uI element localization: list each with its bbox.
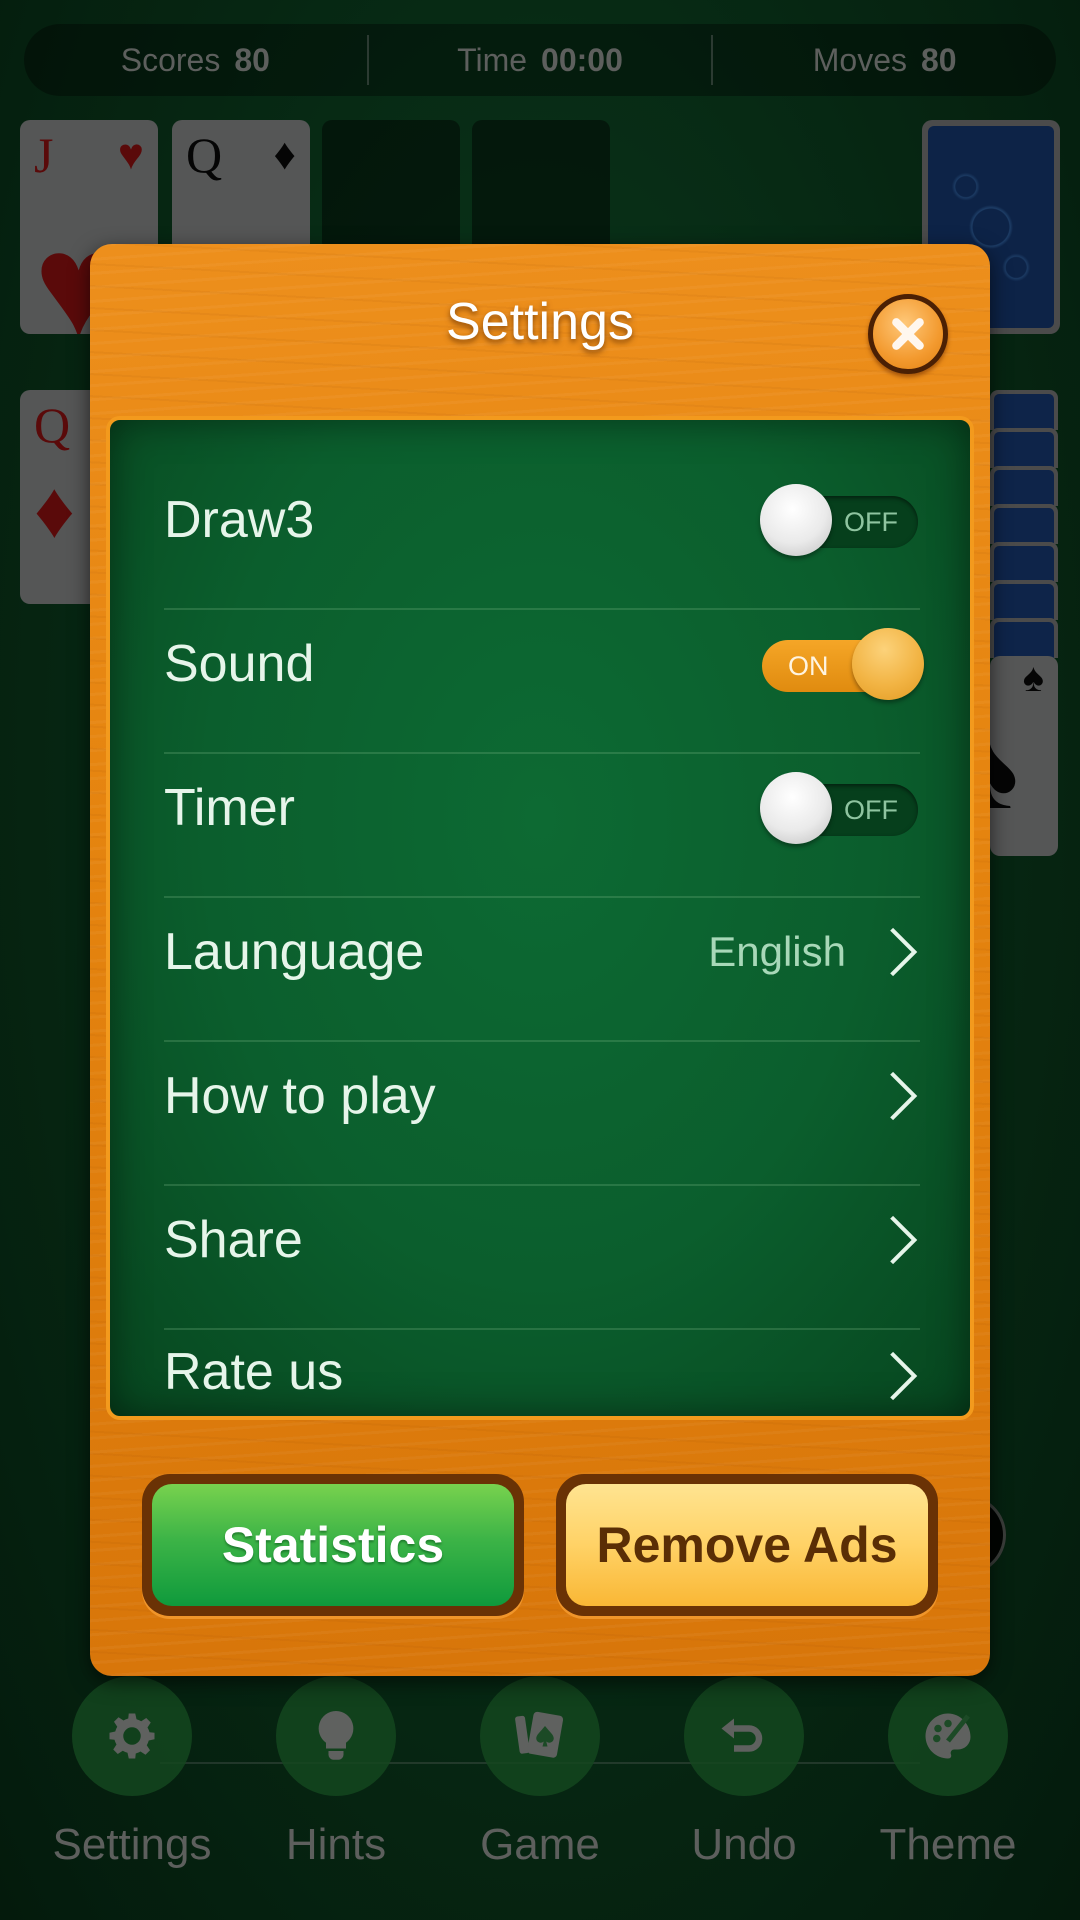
chevron-right-icon [890, 1215, 918, 1265]
row-divider [164, 1328, 920, 1330]
toolbar-settings-label: Settings [52, 1820, 212, 1869]
statistics-button[interactable]: Statistics [152, 1484, 514, 1606]
close-icon [892, 318, 924, 350]
card-rank: Q [34, 397, 71, 453]
card-rank: J [34, 127, 54, 183]
lightbulb-icon [318, 1711, 354, 1760]
setting-row-how-to-play[interactable]: How to play [164, 1024, 920, 1168]
palette-icon [925, 1713, 971, 1759]
time-value: 00:00 [541, 41, 623, 78]
tableau-card-spade[interactable]: ♠ ♠ [990, 656, 1058, 856]
tableau-facedown-card [990, 580, 1058, 620]
chevron-right-icon [890, 927, 918, 977]
setting-label: Rate us [164, 1343, 344, 1401]
toolbar-undo-label: Undo [691, 1820, 797, 1869]
tableau-facedown-card [990, 466, 1058, 506]
stats-bar: Scores 80 Time 00:00 Moves 80 [24, 24, 1056, 96]
settings-dialog: Settings Draw3 OFF Sound ON Timer OFF La… [90, 244, 990, 1676]
time-label: Time [457, 41, 528, 78]
moves-value: 80 [921, 41, 957, 78]
close-button[interactable] [868, 294, 948, 374]
dialog-title: Settings [446, 293, 634, 351]
setting-row-sound: Sound ON [164, 592, 924, 736]
moves-stat: Moves 80 [713, 42, 1056, 79]
scores-value: 80 [234, 41, 270, 78]
setting-label: How to play [164, 1067, 436, 1125]
tableau-facedown-card [990, 428, 1058, 468]
toggle-state: OFF [844, 507, 898, 537]
toolbar-hints-button[interactable] [276, 1676, 396, 1796]
toggle-state: OFF [844, 795, 898, 825]
spade-icon: ♠ [990, 716, 1018, 826]
setting-label: Sound [164, 635, 315, 693]
toolbar-undo-button[interactable] [684, 1676, 804, 1796]
timer-toggle[interactable]: OFF [760, 772, 920, 844]
setting-row-draw3: Draw3 OFF [164, 448, 920, 592]
toolbar-hints-label: Hints [285, 1820, 387, 1869]
tableau-facedown-card [990, 390, 1058, 430]
gear-icon [109, 1713, 155, 1759]
spade-icon: ♠ [1022, 656, 1044, 700]
tableau-facedown-card [990, 542, 1058, 582]
scores-stat: Scores 80 [24, 42, 367, 79]
setting-label: Launguage [164, 923, 425, 981]
sound-toggle[interactable]: ON [760, 628, 924, 700]
remove-ads-button[interactable]: Remove Ads [566, 1484, 928, 1606]
toolbar-theme-label: Theme [879, 1820, 1017, 1869]
toolbar-theme-button[interactable] [888, 1676, 1008, 1796]
toggle-knob [760, 772, 832, 844]
diamond-icon: ♦ [273, 130, 296, 179]
settings-list[interactable]: Draw3 OFF Sound ON Timer OFF Launguage E… [106, 416, 974, 1420]
moves-label: Moves [812, 41, 907, 78]
time-stat: Time 00:00 [369, 42, 712, 79]
toggle-knob [852, 628, 924, 700]
toolbar-game-button[interactable] [480, 1676, 600, 1796]
language-value: English [708, 928, 846, 975]
setting-row-timer: Timer OFF [164, 736, 920, 880]
setting-row-language[interactable]: Launguage English [164, 880, 920, 1024]
undo-icon [721, 1718, 763, 1752]
heart-icon: ♥ [117, 130, 144, 179]
tableau-facedown-card [990, 504, 1058, 544]
setting-label: Share [164, 1211, 303, 1269]
setting-row-share[interactable]: Share [164, 1168, 920, 1312]
card-rank: Q [186, 127, 223, 183]
tableau-facedown-card [990, 618, 1058, 658]
toolbar-game-label: Game [480, 1820, 600, 1869]
toolbar-settings-button[interactable] [72, 1676, 192, 1796]
setting-label: Timer [164, 779, 295, 837]
toggle-state: ON [788, 651, 829, 681]
cards-icon [515, 1711, 564, 1758]
draw3-toggle[interactable]: OFF [760, 484, 920, 556]
remove-ads-button-frame: Remove Ads [556, 1474, 938, 1616]
scores-label: Scores [120, 41, 221, 78]
setting-label: Draw3 [164, 491, 315, 549]
statistics-button-frame: Statistics [142, 1474, 524, 1616]
setting-row-rate-us[interactable]: Rate us [164, 1342, 920, 1416]
chevron-right-icon [890, 1351, 918, 1401]
toggle-knob [760, 484, 832, 556]
diamond-icon: ♦ [34, 465, 75, 554]
chevron-right-icon [890, 1071, 918, 1121]
